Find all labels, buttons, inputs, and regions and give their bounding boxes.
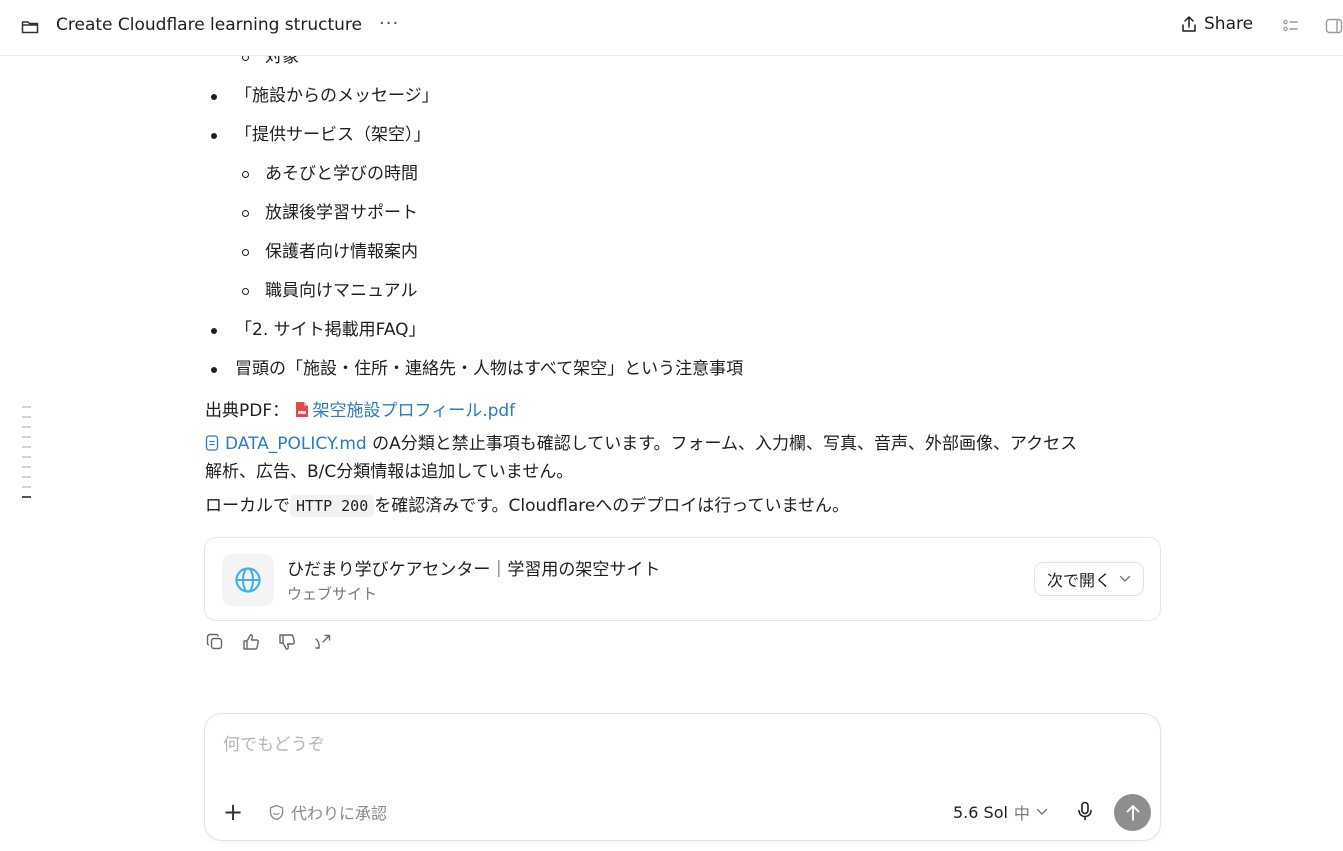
policy-file-link[interactable]: DATA_POLICY.md	[225, 434, 367, 454]
policy-text-2: 解析、広告、B/C分類情報は追加していません。	[205, 462, 574, 482]
globe-icon	[222, 554, 274, 606]
source-pdf-link[interactable]: 架空施設プロフィール.pdf	[313, 401, 516, 421]
sidebar-toggle-icon[interactable]	[1325, 17, 1343, 35]
top-bar: Create Cloudflare learning structure ···…	[0, 0, 1343, 56]
reasoning-level: 中	[1013, 804, 1030, 823]
scroll-minimap[interactable]	[22, 406, 32, 506]
card-subtitle: ウェブサイト	[287, 585, 378, 603]
document-icon	[205, 435, 219, 451]
local-check-line: ローカルで HTTP 200 を確認済みです。Cloudflareへのデプロイは行っ…	[205, 492, 849, 520]
list-item: 「提供サービス（架空）」	[205, 116, 743, 155]
thumbs-down-icon[interactable]	[278, 633, 296, 651]
local-text-post: を確認済みです。Cloudflareへのデプロイは行っていません。	[374, 496, 849, 516]
share-link-icon[interactable]	[314, 633, 332, 651]
list-item: 「2. サイト掲載用FAQ」	[205, 311, 743, 350]
pdf-file-icon	[295, 402, 308, 417]
message-input[interactable]	[221, 734, 1125, 756]
open-with-label: 次で開く	[1046, 571, 1111, 590]
auto-approve-label: 代わりに承認	[291, 804, 388, 823]
model-selector[interactable]: 5.6 Sol 中	[953, 800, 1048, 824]
message-actions	[206, 633, 332, 651]
model-name: 5.6 Sol	[953, 802, 1008, 822]
page-title: Create Cloudflare learning structure	[56, 15, 362, 35]
send-button[interactable]	[1114, 794, 1151, 831]
arrow-up-icon	[1126, 804, 1139, 821]
list-item: あそびと学びの時間	[205, 155, 743, 194]
folder-icon[interactable]	[20, 17, 40, 37]
conversation[interactable]: 対象 「施設からのメッセージ」 「提供サービス（架空）」 あそびと学びの時間 放…	[0, 56, 1343, 851]
list-item: 「施設からのメッセージ」	[205, 77, 743, 116]
more-options-button[interactable]: ···	[379, 13, 399, 34]
card-title: ひだまり学びケアセンター｜学習用の架空サイト	[287, 560, 661, 580]
share-button[interactable]: Share	[1180, 14, 1253, 34]
microphone-icon[interactable]	[1076, 801, 1094, 821]
checklist-icon[interactable]	[1282, 17, 1300, 35]
website-preview-card[interactable]: ひだまり学びケアセンター｜学習用の架空サイト ウェブサイト 次で開く	[204, 537, 1161, 621]
list-item: 職員向けマニュアル	[205, 272, 743, 311]
chevron-down-icon	[1119, 575, 1131, 582]
source-label: 出典PDF：	[205, 401, 290, 421]
share-icon	[1182, 16, 1196, 32]
open-with-button[interactable]: 次で開く	[1033, 562, 1144, 596]
chevron-down-icon	[1036, 808, 1048, 815]
bullet-list: 対象 「施設からのメッセージ」 「提供サービス（架空）」 あそびと学びの時間 放…	[205, 56, 743, 389]
list-item: 対象	[205, 56, 743, 77]
list-item: 冒頭の「施設・住所・連絡先・人物はすべて架空」という注意事項	[205, 350, 743, 389]
chat-composer[interactable]: + 代わりに承認 5.6 Sol 中	[204, 713, 1161, 841]
policy-text-1: のA分類と禁止事項も確認しています。フォーム、入力欄、写真、音声、外部画像、アク…	[366, 434, 1078, 454]
local-text-pre: ローカルで	[205, 496, 290, 516]
source-line: 出典PDF： 架空施設プロフィール.pdf	[205, 397, 515, 425]
thumbs-up-icon[interactable]	[242, 633, 260, 651]
auto-approve-button[interactable]: 代わりに承認	[268, 800, 387, 824]
list-item: 放課後学習サポート	[205, 194, 743, 233]
share-label: Share	[1204, 14, 1254, 34]
policy-paragraph: DATA_POLICY.md のA分類と禁止事項も確認しています。フォーム、入力…	[205, 430, 1155, 486]
http-status-code: HTTP 200	[290, 495, 375, 517]
add-attachment-button[interactable]: +	[223, 800, 243, 824]
copy-icon[interactable]	[206, 633, 224, 651]
shield-icon	[269, 804, 284, 820]
list-item: 保護者向け情報案内	[205, 233, 743, 272]
